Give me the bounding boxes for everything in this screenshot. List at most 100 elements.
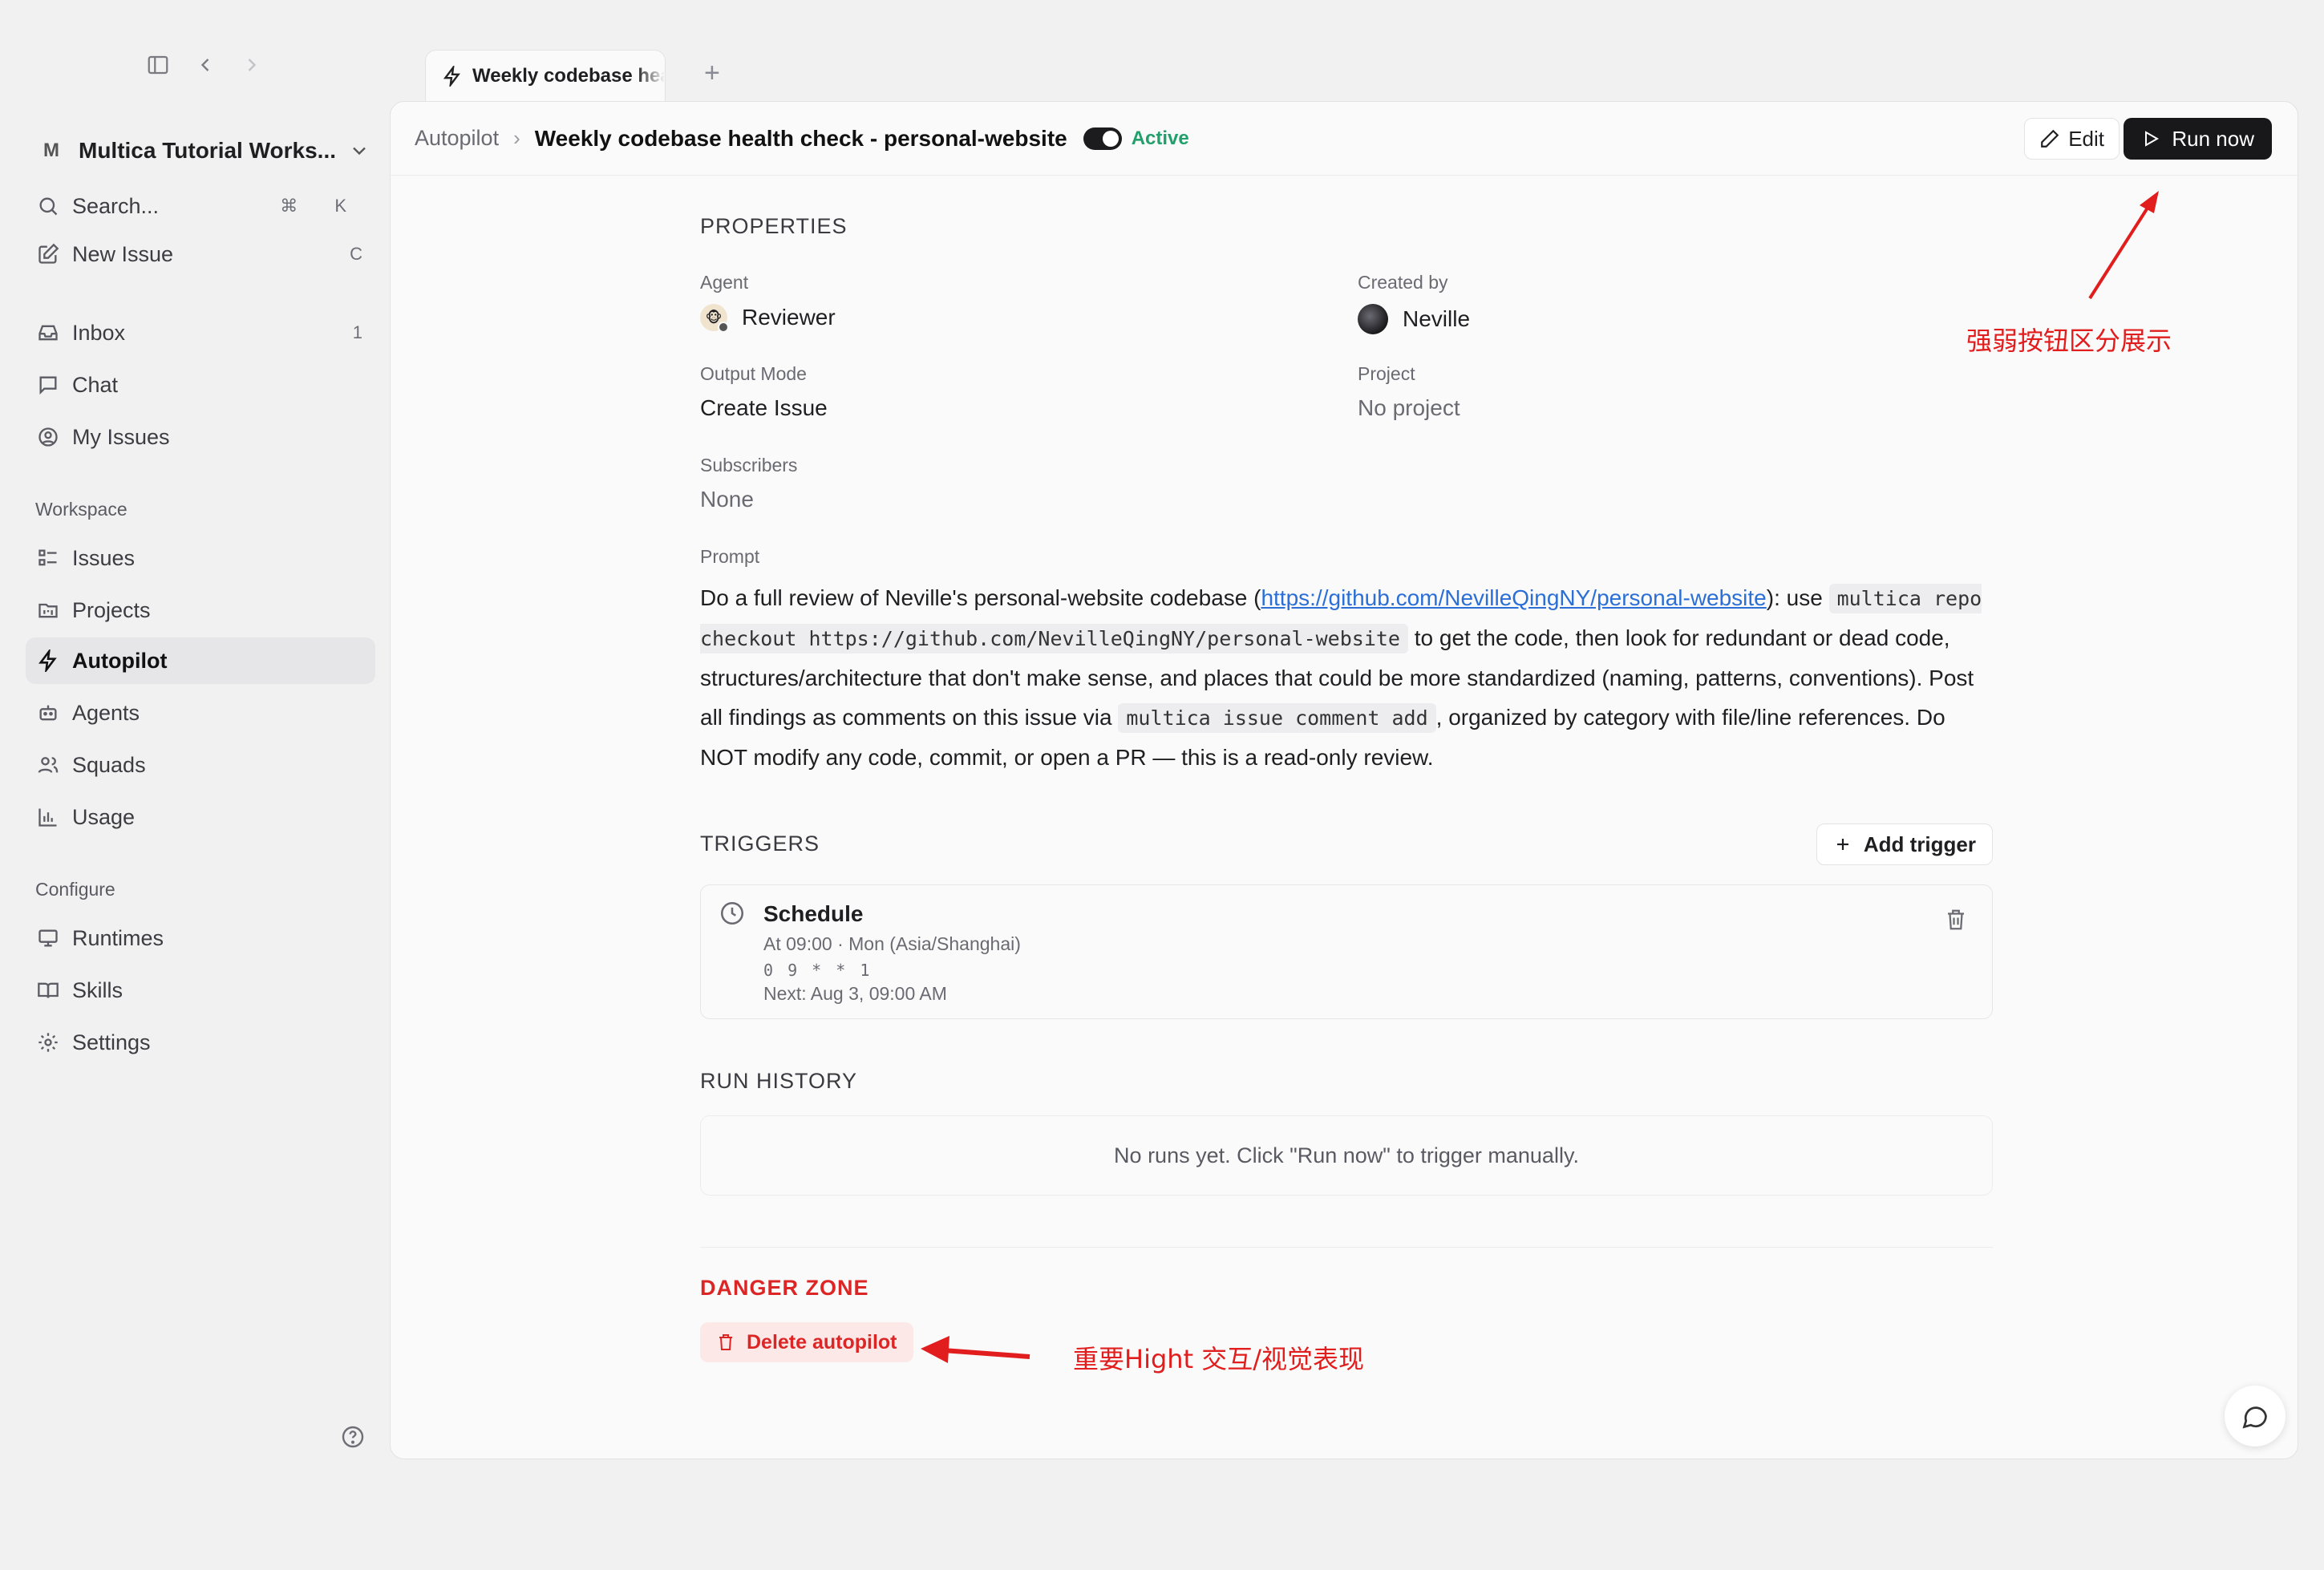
workspace-badge: M	[43, 140, 59, 161]
agent-avatar: 🐵	[700, 304, 729, 333]
workspace-name: Multica Tutorial Works...	[79, 138, 337, 163]
skills-label: Skills	[72, 977, 123, 1002]
prompt-text-1: Do a full review of Neville's personal-w…	[700, 585, 1261, 610]
new-issue-label: New Issue	[72, 241, 174, 266]
add-trigger-label: Add trigger	[1863, 832, 1976, 856]
search-shortcut: ⌘ K	[280, 196, 362, 216]
sidebar-item-settings[interactable]: Settings	[26, 1019, 375, 1066]
message-circle-icon	[2241, 1402, 2269, 1430]
book-open-icon	[35, 977, 61, 1003]
breadcrumb-root[interactable]: Autopilot	[415, 126, 499, 151]
trigger-detail: At 09:00 · Mon (Asia/Shanghai)	[763, 933, 1021, 954]
sidebar-toggle-icon[interactable]	[146, 53, 170, 77]
sidebar-item-projects[interactable]: Projects	[26, 587, 375, 633]
divider	[700, 1247, 1993, 1248]
agents-label: Agents	[72, 700, 140, 725]
edit-square-icon	[35, 241, 61, 267]
delete-autopilot-button[interactable]: Delete autopilot	[700, 1322, 913, 1362]
properties-heading: PROPERTIES	[700, 214, 848, 238]
plus-icon	[1833, 835, 1852, 854]
new-tab-button[interactable]: +	[704, 58, 720, 89]
sidebar-item-agents[interactable]: Agents	[26, 690, 375, 736]
chat-icon	[35, 372, 61, 398]
agent-name: Reviewer	[742, 305, 836, 330]
project-label: Project	[1358, 363, 1415, 384]
trash-icon[interactable]	[1944, 908, 1968, 932]
sidebar-item-issues[interactable]: Issues	[26, 535, 375, 581]
header: Autopilot › Weekly codebase health check…	[391, 102, 2298, 176]
sidebar-item-inbox[interactable]: Inbox 1	[26, 310, 375, 356]
prompt-text-2: ): use	[1766, 585, 1829, 610]
run-history-heading: RUN HISTORY	[700, 1069, 858, 1093]
creator-name: Neville	[1403, 306, 1471, 331]
autopilot-label: Autopilot	[72, 648, 168, 673]
sidebar: M Multica Tutorial Works... Search... ⌘ …	[0, 0, 390, 1570]
bar-chart-icon	[35, 804, 61, 830]
sidebar-item-chat[interactable]: Chat	[26, 362, 375, 408]
sidebar-item-runtimes[interactable]: Runtimes	[26, 915, 375, 961]
annotation-danger-highlight: 重要Hight 交互/视觉表现	[1073, 1344, 1365, 1374]
delete-autopilot-label: Delete autopilot	[747, 1330, 897, 1354]
trigger-next-run: Next: Aug 3, 09:00 AM	[763, 983, 947, 1004]
clock-icon	[719, 900, 746, 927]
trash-icon	[716, 1333, 735, 1352]
projects-label: Projects	[72, 597, 151, 622]
run-now-button[interactable]: Run now	[2124, 118, 2272, 160]
play-icon	[2141, 129, 2160, 148]
users-icon	[35, 752, 61, 778]
inbox-count: 1	[352, 322, 362, 342]
agent-value[interactable]: 🐵 Reviewer	[700, 304, 836, 333]
danger-zone-heading: DANGER ZONE	[700, 1276, 869, 1300]
edit-button[interactable]: Edit	[2024, 118, 2120, 160]
bolt-icon	[35, 648, 61, 674]
search-label: Search...	[72, 193, 160, 218]
chat-launcher-button[interactable]	[2225, 1386, 2286, 1447]
triggers-heading: TRIGGERS	[700, 832, 820, 856]
list-checks-icon	[35, 545, 61, 571]
runtimes-label: Runtimes	[72, 925, 164, 950]
bot-icon	[35, 700, 61, 726]
squads-label: Squads	[72, 752, 146, 777]
run-history-empty: No runs yet. Click "Run now" to trigger …	[700, 1115, 1993, 1196]
edit-label: Edit	[2068, 126, 2104, 151]
search-button[interactable]: Search... ⌘ K	[26, 183, 375, 229]
workspace-switcher[interactable]: M Multica Tutorial Works...	[35, 128, 370, 173]
active-toggle[interactable]	[1083, 127, 1122, 150]
output-mode-label: Output Mode	[700, 363, 807, 384]
tab-weekly-codebase[interactable]: Weekly codebase health check - personal-…	[425, 50, 666, 101]
folder-kanban-icon	[35, 597, 61, 623]
pencil-icon	[2039, 128, 2060, 149]
chevron-left-icon[interactable]	[194, 54, 217, 76]
prompt-label: Prompt	[700, 546, 760, 567]
project-value[interactable]: No project	[1358, 395, 1460, 421]
run-now-label: Run now	[2172, 126, 2254, 151]
prompt-text: Do a full review of Neville's personal-w…	[700, 578, 1993, 777]
sidebar-item-usage[interactable]: Usage	[26, 794, 375, 840]
trigger-card[interactable]: Schedule At 09:00 · Mon (Asia/Shanghai) …	[700, 884, 1993, 1019]
bolt-icon	[442, 65, 463, 87]
settings-label: Settings	[72, 1030, 151, 1054]
chat-label: Chat	[72, 372, 119, 397]
sidebar-item-squads[interactable]: Squads	[26, 742, 375, 788]
sidebar-item-my-issues[interactable]: My Issues	[26, 414, 375, 460]
repo-link[interactable]: https://github.com/NevilleQingNY/persona…	[1261, 585, 1766, 610]
chevron-right-icon[interactable]	[241, 54, 263, 76]
search-icon	[35, 193, 61, 219]
output-mode-value[interactable]: Create Issue	[700, 395, 828, 421]
sidebar-item-autopilot[interactable]: Autopilot	[26, 637, 375, 684]
subscribers-value[interactable]: None	[700, 487, 754, 512]
main-panel: Autopilot › Weekly codebase health check…	[390, 101, 2298, 1459]
created-by-value: Neville	[1358, 304, 1470, 334]
sidebar-item-skills[interactable]: Skills	[26, 967, 375, 1014]
my-issues-label: My Issues	[72, 424, 170, 449]
issues-label: Issues	[72, 545, 136, 570]
user-circle-icon	[35, 424, 61, 450]
help-circle-icon[interactable]	[340, 1424, 366, 1450]
tab-label: Weekly codebase health check - personal-…	[472, 64, 665, 87]
add-trigger-button[interactable]: Add trigger	[1816, 823, 1993, 865]
agent-label: Agent	[700, 272, 749, 293]
new-issue-button[interactable]: New Issue C	[26, 231, 375, 277]
code-comment-add: multica issue comment add	[1118, 703, 1436, 733]
status-label: Active	[1131, 127, 1189, 149]
created-by-label: Created by	[1358, 272, 1448, 293]
